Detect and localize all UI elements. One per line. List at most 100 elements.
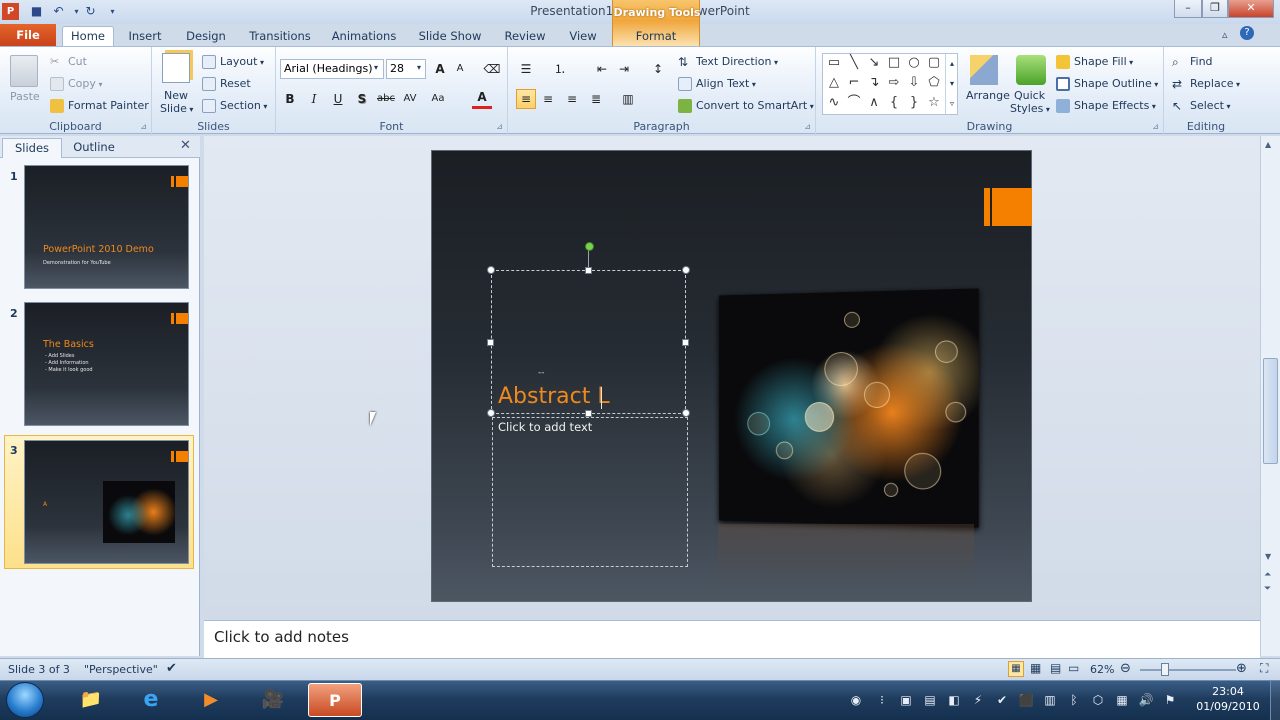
rectangle-shape-icon[interactable]: □ — [885, 54, 903, 72]
scroll-up-icon[interactable]: ▲ — [1265, 140, 1271, 149]
underline-button[interactable]: U — [328, 89, 348, 109]
customize-qat-icon[interactable]: ▾ — [104, 3, 121, 20]
quick-styles-label-2[interactable]: Styles ▾ — [1010, 102, 1050, 117]
right-arrow-shape-icon[interactable]: ⇨ — [885, 74, 903, 92]
tray-icon[interactable]: ✔ — [994, 692, 1010, 708]
find-button[interactable]: ⌕ Find — [1172, 55, 1213, 69]
arc-shape-icon[interactable]: ⌒ — [845, 94, 863, 112]
undo-icon[interactable]: ↶ — [50, 3, 67, 20]
previous-slide-icon[interactable]: ⏶ — [1264, 570, 1271, 580]
help-icon[interactable]: ? — [1240, 26, 1254, 40]
down-arrow-shape-icon[interactable]: ⇩ — [905, 74, 923, 92]
slideshow-view-icon[interactable]: ▭ — [1068, 661, 1079, 675]
explorer-taskbar-icon[interactable]: 📁 — [64, 683, 118, 717]
quick-styles-label-1[interactable]: Quick — [1014, 89, 1045, 103]
tab-outline[interactable]: Outline — [64, 138, 124, 158]
tray-icon[interactable]: ⁝ — [874, 692, 890, 708]
resize-handle[interactable] — [585, 267, 592, 274]
powerpoint-taskbar-icon[interactable]: P — [308, 683, 362, 717]
arrange-icon[interactable] — [970, 55, 998, 85]
start-button[interactable] — [6, 682, 44, 718]
new-slide-label-1[interactable]: New — [164, 89, 188, 103]
volume-icon[interactable]: 🔊 — [1138, 692, 1154, 708]
shapes-gallery[interactable]: ▭ ╲ ↘ □ ○ ▢ △ ⌐ ↴ ⇨ ⇩ ⬠ ∿ ⌒ ∧ { } ☆ ▴ ▾ ▿ — [822, 53, 958, 115]
left-brace-shape-icon[interactable]: { — [885, 94, 903, 112]
right-brace-shape-icon[interactable]: } — [905, 94, 923, 112]
resize-handle[interactable] — [682, 266, 690, 274]
theme-name[interactable]: "Perspective" — [84, 663, 158, 676]
tab-animations[interactable]: Animations — [328, 27, 400, 46]
zoom-out-icon[interactable]: ⊖ — [1120, 661, 1131, 676]
zoom-level[interactable]: 62% — [1090, 663, 1114, 676]
character-spacing-button[interactable]: AV — [400, 89, 420, 109]
shadow-button[interactable]: S — [352, 89, 372, 109]
font-size-dropdown-icon[interactable]: ▾ — [417, 63, 421, 72]
show-desktop-button[interactable] — [1270, 681, 1280, 720]
tab-view[interactable]: View — [562, 27, 604, 46]
align-center-icon[interactable]: ≡ — [538, 89, 558, 109]
close-button[interactable]: ✕ — [1228, 0, 1274, 18]
font-dialog-launcher-icon[interactable]: ⊿ — [496, 122, 503, 131]
tray-icon[interactable]: ▥ — [1042, 692, 1058, 708]
text-direction-button[interactable]: ⇅ Text Direction ▾ — [678, 55, 778, 70]
content-placeholder[interactable] — [492, 417, 688, 567]
tab-slide-show[interactable]: Slide Show — [414, 27, 486, 46]
align-left-icon[interactable]: ≡ — [516, 89, 536, 109]
resize-handle[interactable] — [487, 266, 495, 274]
tray-icon[interactable]: ◧ — [946, 692, 962, 708]
star-shape-icon[interactable]: ☆ — [925, 94, 943, 112]
network-icon[interactable]: ▦ — [1114, 692, 1130, 708]
minimize-ribbon-icon[interactable]: ▵ — [1222, 28, 1228, 41]
gallery-scroll[interactable]: ▴ ▾ ▿ — [945, 54, 958, 114]
resize-handle[interactable] — [585, 410, 592, 417]
scroll-thumb[interactable] — [1263, 358, 1278, 464]
maximize-button[interactable]: ❐ — [1202, 0, 1228, 18]
italic-button[interactable]: I — [304, 89, 324, 109]
slide-thumbnail-2[interactable]: The Basics - Add Slides - Add Informatio… — [24, 302, 189, 426]
decrease-indent-icon[interactable]: ⇤ — [592, 59, 612, 79]
action-center-icon[interactable]: ⚑ — [1162, 692, 1178, 708]
paste-icon[interactable] — [10, 55, 38, 87]
tab-transitions[interactable]: Transitions — [244, 27, 316, 46]
line-shape-icon[interactable]: ╲ — [845, 54, 863, 72]
shape-outline-button[interactable]: Shape Outline ▾ — [1056, 77, 1158, 92]
tray-icon[interactable]: ▣ — [898, 692, 914, 708]
notes-pane[interactable]: Click to add notes — [204, 620, 1260, 658]
oval-shape-icon[interactable]: ○ — [905, 54, 923, 72]
elbow-arrow-icon[interactable]: ↴ — [865, 74, 883, 92]
replace-button[interactable]: ⇄ Replace ▾ — [1172, 77, 1240, 92]
increase-indent-icon[interactable]: ⇥ — [614, 59, 634, 79]
font-name-combo[interactable]: Arial (Headings) — [280, 59, 384, 79]
zoom-in-icon[interactable]: ⊕ — [1236, 661, 1247, 676]
clear-formatting-icon[interactable]: ⌫ — [482, 59, 502, 79]
paragraph-dialog-launcher-icon[interactable]: ⊿ — [804, 122, 811, 131]
tab-file[interactable]: File — [0, 24, 56, 46]
resize-handle[interactable] — [682, 409, 690, 417]
strikethrough-button[interactable]: abc — [376, 89, 396, 109]
flowchart-shape-icon[interactable]: ⬠ — [925, 74, 943, 92]
font-name-dropdown-icon[interactable]: ▾ — [374, 63, 378, 72]
clock[interactable]: 23:04 01/09/2010 — [1188, 684, 1268, 714]
notes-placeholder[interactable]: Click to add notes — [214, 628, 349, 646]
elbow-connector-icon[interactable]: ⌐ — [845, 74, 863, 92]
content-placeholder-text[interactable]: Click to add text — [498, 420, 592, 434]
section-button[interactable]: Section ▾ — [202, 99, 267, 114]
tab-slides[interactable]: Slides — [2, 138, 62, 158]
tab-home[interactable]: Home — [62, 27, 114, 46]
paste-button[interactable]: Paste — [10, 90, 40, 104]
bluetooth-icon[interactable]: ᛒ — [1066, 692, 1082, 708]
resize-handle[interactable] — [682, 339, 689, 346]
rounded-rect-shape-icon[interactable]: ▢ — [925, 54, 943, 72]
vertical-scrollbar[interactable]: ▲ ▼ ⏶ ⏷ — [1260, 136, 1280, 656]
convert-smartart-button[interactable]: Convert to SmartArt ▾ — [678, 99, 814, 114]
bokeh-picture[interactable] — [719, 288, 979, 528]
tray-icon[interactable]: ⬡ — [1090, 692, 1106, 708]
justify-icon[interactable]: ≣ — [586, 89, 606, 109]
columns-icon[interactable]: ▥ — [618, 89, 638, 109]
resize-handle[interactable] — [487, 339, 494, 346]
tray-icon[interactable]: ◉ — [848, 692, 864, 708]
freeform-shape-icon[interactable]: ∧ — [865, 94, 883, 112]
align-right-icon[interactable]: ≡ — [562, 89, 582, 109]
cut-button[interactable]: ✂ Cut — [50, 55, 87, 69]
internet-explorer-icon[interactable]: e — [124, 683, 178, 717]
